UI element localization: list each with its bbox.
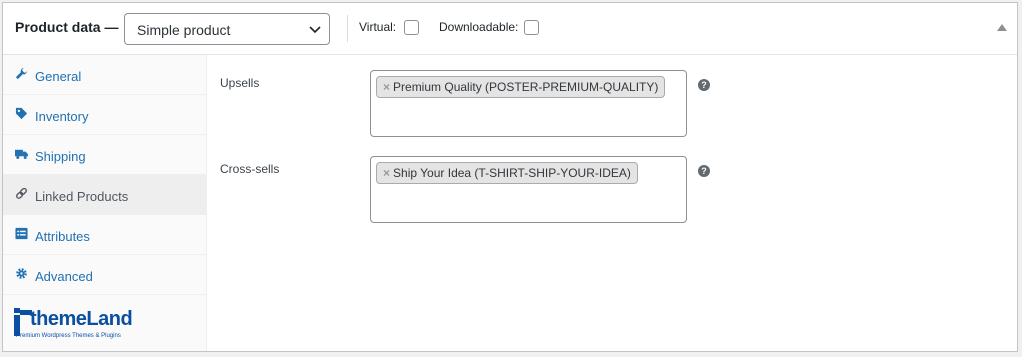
- crosssells-help-icon[interactable]: ?: [698, 165, 710, 177]
- product-type-select[interactable]: Simple product: [124, 13, 330, 45]
- tab-general-label: General: [35, 69, 82, 84]
- divider: [347, 15, 348, 42]
- product-data-panel: Product data — Simple product Virtual: D…: [2, 2, 1018, 352]
- tab-advanced-label: Advanced: [35, 269, 93, 284]
- upsells-help-icon[interactable]: ?: [698, 79, 710, 91]
- tab-shipping-label: Shipping: [35, 149, 86, 164]
- truck-icon: [15, 149, 28, 159]
- downloadable-label: Downloadable:: [439, 20, 519, 34]
- tab-general[interactable]: General: [3, 55, 207, 95]
- watermark-name: themeLand: [30, 308, 133, 330]
- upsells-label: Upsells: [220, 76, 260, 90]
- tab-attributes-label: Attributes: [35, 229, 90, 244]
- upsell-token: × Premium Quality (POSTER-PREMIUM-QUALITY…: [376, 76, 666, 98]
- virtual-label: Virtual:: [359, 20, 397, 34]
- crosssells-input[interactable]: × Ship Your Idea (T-SHIRT-SHIP-YOUR-IDEA): [370, 156, 687, 223]
- tab-advanced[interactable]: Advanced: [3, 255, 207, 295]
- collapse-arrow-icon[interactable]: [997, 23, 1007, 31]
- watermark-tagline: Premium Wordpress Themes & Plugins: [16, 333, 121, 339]
- remove-token-button[interactable]: ×: [383, 80, 390, 94]
- tab-attributes[interactable]: Attributes: [3, 215, 207, 255]
- panel-title: Product data —: [15, 19, 119, 35]
- tab-inventory[interactable]: Inventory: [3, 95, 207, 135]
- tab-linked-products[interactable]: Linked Products: [3, 175, 207, 215]
- crosssell-token-label: Ship Your Idea (T-SHIRT-SHIP-YOUR-IDEA): [393, 166, 631, 180]
- tab-shipping[interactable]: Shipping: [3, 135, 207, 175]
- remove-token-button[interactable]: ×: [383, 166, 390, 180]
- tab-linked-products-label: Linked Products: [35, 189, 129, 204]
- gear-icon: [16, 268, 27, 279]
- panel-header: Product data — Simple product Virtual: D…: [3, 3, 1017, 55]
- tag-icon: [15, 107, 28, 120]
- virtual-checkbox[interactable]: [404, 20, 419, 35]
- downloadable-checkbox[interactable]: [524, 20, 539, 35]
- chevron-down-icon: [309, 26, 321, 34]
- list-icon: [15, 227, 28, 240]
- link-icon: [16, 187, 27, 199]
- crosssell-token: × Ship Your Idea (T-SHIRT-SHIP-YOUR-IDEA): [376, 162, 638, 184]
- upsell-token-label: Premium Quality (POSTER-PREMIUM-QUALITY): [393, 80, 659, 94]
- product-type-value: Simple product: [137, 22, 231, 38]
- upsells-input[interactable]: × Premium Quality (POSTER-PREMIUM-QUALITY…: [370, 70, 687, 137]
- tab-inventory-label: Inventory: [35, 109, 89, 124]
- crosssells-label: Cross-sells: [220, 162, 280, 176]
- themeland-watermark: themeLand Premium Wordpress Themes & Plu…: [10, 300, 140, 348]
- wrench-icon: [15, 67, 28, 80]
